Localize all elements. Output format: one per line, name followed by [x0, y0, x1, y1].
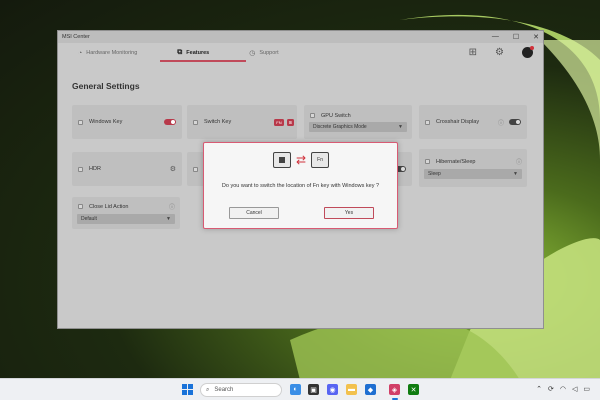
gauge-icon: ◔: [78, 49, 83, 57]
select-value: Sleep: [428, 171, 441, 177]
card-windows-key: Windows Key: [72, 105, 182, 139]
gpu-switch-checkbox[interactable]: [310, 113, 315, 118]
notification-dot: [530, 46, 534, 50]
search-placeholder: Search: [214, 387, 234, 393]
fn-key-icon: Fn: [311, 152, 330, 168]
hibernate-select[interactable]: Sleep ▼: [424, 169, 522, 179]
yes-button[interactable]: Yes: [324, 207, 374, 219]
info-icon[interactable]: ⓘ: [516, 157, 522, 166]
window-title: MSI Center: [62, 34, 90, 40]
select-value: Default: [81, 216, 97, 222]
grid-icon[interactable]: ⊞: [469, 47, 477, 58]
windows-key-toggle[interactable]: [164, 119, 176, 125]
win-badge[interactable]: ⊞: [286, 118, 294, 126]
card-label: GPU Switch: [321, 112, 351, 119]
tab-hardware-monitoring[interactable]: ◔ Hardware Monitoring: [78, 50, 137, 57]
card-checkbox[interactable]: [193, 166, 198, 172]
info-icon[interactable]: ⓘ: [169, 202, 175, 211]
taskbar: ⌕ Search ◐ ▣ ◉ ▬ ◆ ◈ ✕ ⌃ ⟳ ◠ ◁ ▭: [0, 378, 600, 400]
update-icon[interactable]: ⟳: [548, 385, 554, 393]
crosshair-toggle[interactable]: [509, 119, 521, 125]
gear-icon[interactable]: ⚙: [495, 47, 504, 58]
task-view-icon[interactable]: ▣: [308, 384, 319, 395]
minimize-button[interactable]: —: [492, 33, 499, 41]
store-icon[interactable]: ◆: [365, 384, 376, 395]
avatar[interactable]: [522, 46, 534, 58]
switch-key-dialog: ⇄ Fn Do you want to switch the location …: [203, 142, 398, 229]
card-switch-key: Switch Key FN ⊞: [187, 105, 297, 139]
features-icon: ⧉: [177, 49, 183, 56]
copilot-icon[interactable]: ◐: [290, 384, 301, 395]
card-label: Crosshair Display: [436, 119, 480, 125]
tab-label: Support: [259, 50, 279, 56]
card-label: Windows Key: [89, 119, 123, 125]
maximize-button[interactable]: ☐: [513, 33, 519, 41]
tab-label: Hardware Monitoring: [86, 50, 138, 56]
gear-icon[interactable]: ⚙: [170, 165, 176, 173]
support-icon: ◷: [249, 50, 256, 57]
crosshair-checkbox[interactable]: [425, 119, 430, 125]
nav-bar: ◔ Hardware Monitoring ⧉ Features ◷ Suppo…: [58, 43, 543, 63]
window-controls: — ☐ ✕: [492, 33, 539, 41]
battery-icon[interactable]: ▭: [583, 385, 590, 393]
card-label: HDR: [89, 166, 101, 172]
close-lid-select[interactable]: Default ▼: [77, 214, 175, 224]
start-button[interactable]: [182, 384, 193, 395]
close-button[interactable]: ✕: [533, 33, 539, 41]
active-tab-indicator: [160, 60, 246, 62]
msi-center-taskbar-icon[interactable]: ◈: [389, 384, 400, 395]
fn-badge[interactable]: FN: [274, 118, 284, 126]
fn-key-label: Fn: [317, 157, 323, 163]
dialog-illustration: ⇄ Fn: [273, 152, 330, 168]
windows-key-checkbox[interactable]: [78, 119, 83, 125]
info-icon[interactable]: ⓘ: [498, 118, 504, 127]
file-explorer-icon[interactable]: ▬: [346, 384, 357, 395]
system-tray: ⌃ ⟳ ◠ ◁ ▭: [536, 385, 590, 393]
dialog-message: Do you want to switch the location of Fn…: [221, 183, 380, 189]
card-hdr: HDR ⚙: [72, 152, 182, 186]
card-close-lid: Close Lid Action ⓘ Default ▼: [72, 197, 180, 229]
swap-arrows-icon: ⇄: [296, 153, 307, 167]
gpu-mode-select[interactable]: Discrete Graphics Mode ▼: [309, 121, 407, 132]
card-label: Hibernate/Sleep: [436, 158, 476, 165]
windows-key-icon: [273, 152, 291, 168]
xbox-icon[interactable]: ✕: [408, 384, 419, 395]
chevron-down-icon: ▼: [398, 123, 403, 130]
card-label: Switch Key: [204, 119, 232, 125]
card-crosshair: Crosshair Display ⓘ: [419, 105, 527, 139]
hdr-checkbox[interactable]: [78, 166, 83, 172]
hibernate-checkbox[interactable]: [425, 159, 430, 164]
card-gpu-switch: GPU Switch Discrete Graphics Mode ▼: [304, 105, 412, 139]
card-label: Close Lid Action: [89, 203, 129, 210]
search-icon: ⌕: [206, 386, 210, 393]
switch-key-checkbox[interactable]: [193, 119, 198, 125]
wifi-icon[interactable]: ◠: [560, 385, 566, 393]
cancel-button[interactable]: Cancel: [229, 207, 279, 219]
section-title: General Settings: [72, 81, 140, 91]
taskbar-search[interactable]: ⌕ Search: [200, 383, 282, 397]
tab-support[interactable]: ◷ Support: [249, 49, 278, 57]
active-app-indicator: [392, 398, 398, 400]
card-hibernate-sleep: Hibernate/Sleep ⓘ Sleep ▼: [419, 149, 527, 187]
chevron-down-icon: ▼: [166, 216, 171, 222]
select-value: Discrete Graphics Mode: [313, 123, 367, 130]
chevron-up-icon[interactable]: ⌃: [536, 385, 542, 393]
close-lid-checkbox[interactable]: [78, 204, 83, 209]
chat-icon[interactable]: ◉: [327, 384, 338, 395]
tab-features[interactable]: ⧉ Features: [177, 49, 209, 57]
tab-label: Features: [186, 50, 210, 56]
chevron-down-icon: ▼: [513, 171, 518, 177]
speaker-icon[interactable]: ◁: [572, 385, 577, 393]
nav-right-actions: ⊞ ⚙: [469, 46, 534, 58]
titlebar: MSI Center — ☐ ✕: [58, 31, 543, 43]
